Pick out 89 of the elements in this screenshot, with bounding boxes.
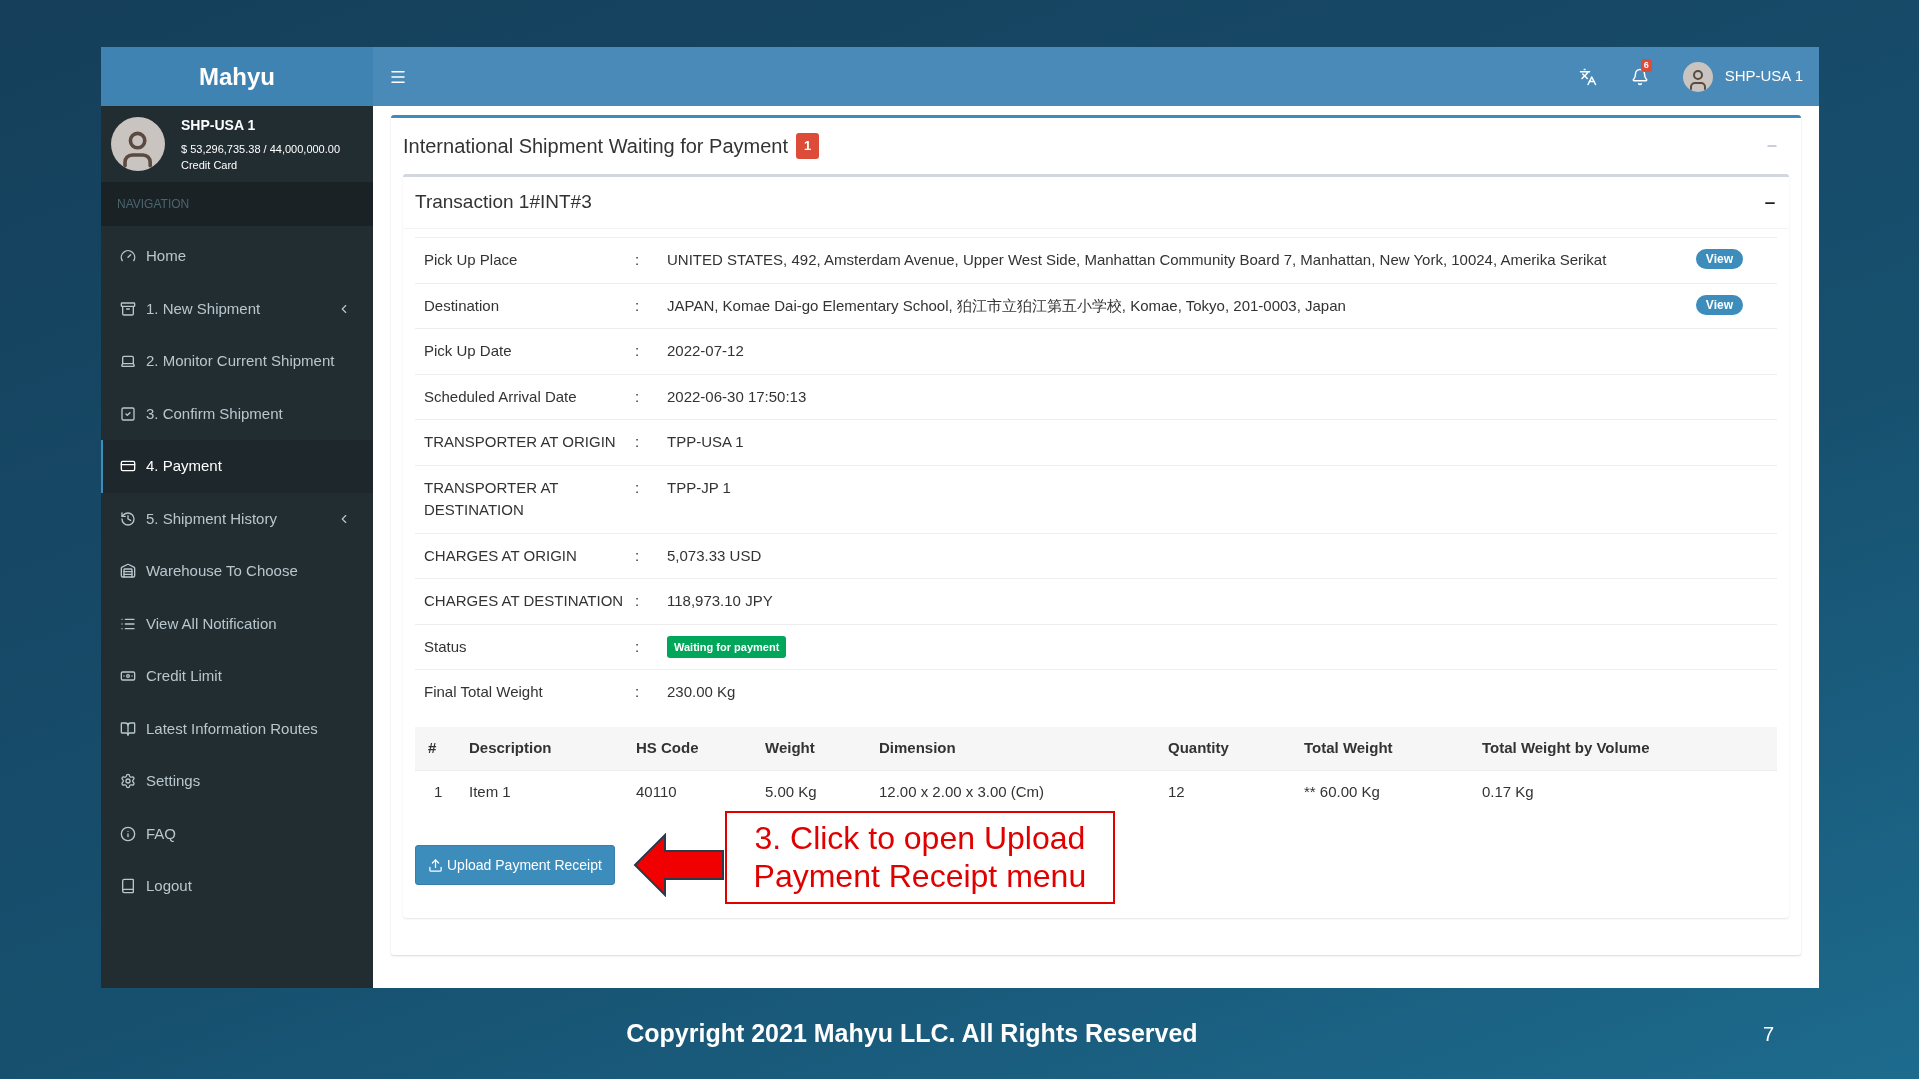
warehouse-icon bbox=[120, 563, 136, 580]
detail-label: TRANSPORTER AT DESTINATION bbox=[423, 477, 560, 520]
avatar bbox=[111, 117, 165, 171]
checkbox-icon bbox=[120, 405, 136, 422]
nav-item[interactable]: Logout bbox=[101, 860, 373, 913]
detail-separator: : bbox=[635, 386, 641, 407]
detail-label: CHARGES AT DESTINATION bbox=[423, 591, 625, 611]
detail-label: Pick Up Date bbox=[423, 341, 513, 361]
detail-value: UNITED STATES, 492, Amsterdam Avenue, Upper West Side, Manhattan Community Board 7, Manhattan, New York, 10024, Amerika Serikat bbox=[667, 250, 1607, 270]
nav-item[interactable]: Latest Information Routes bbox=[101, 702, 373, 755]
column-header: HS Code bbox=[636, 737, 700, 758]
settings-icon bbox=[120, 773, 136, 790]
laptop-icon bbox=[120, 353, 136, 370]
detail-separator: : bbox=[635, 477, 641, 498]
brand-logo[interactable]: Mahyu bbox=[199, 58, 275, 95]
detail-value: 230.00 Kg bbox=[667, 682, 736, 702]
column-header: # bbox=[428, 737, 438, 758]
nav-item[interactable]: Warehouse To Choose bbox=[101, 545, 373, 598]
status-badge: Waiting for payment bbox=[667, 635, 787, 658]
table-cell-text: ** 60.00 Kg bbox=[1304, 782, 1381, 803]
detail-value: TPP-JP 1 bbox=[667, 477, 731, 498]
view-button[interactable]: View bbox=[1695, 294, 1743, 315]
nav-item[interactable]: 5. Shipment History bbox=[101, 492, 373, 545]
nav-header: NAVIGATION bbox=[117, 196, 190, 213]
detail-separator: : bbox=[635, 341, 641, 361]
table-cell-text: 12.00 x 2.00 x 3.00 (Cm) bbox=[879, 782, 1046, 803]
detail-label: CHARGES AT ORIGIN bbox=[423, 545, 578, 566]
detail-separator: : bbox=[635, 295, 641, 316]
nav-item[interactable]: 4. Payment bbox=[101, 440, 373, 493]
detail-label: Status bbox=[423, 636, 468, 657]
book-icon bbox=[120, 878, 136, 895]
detail-separator: : bbox=[635, 636, 641, 657]
detail-value: JAPAN, Komae Dai-go Elementary School, 狛江市立狛江第五小学校, Komae, Tokyo, 201-0003, Japan bbox=[667, 295, 1346, 316]
callout-text: 3. Click to open Upload Payment Receipt menu bbox=[752, 819, 1088, 895]
balance: $ 53,296,735.38 / 44,000,000.00 bbox=[181, 141, 341, 157]
upload-button[interactable]: Upload Payment Receipt bbox=[415, 845, 615, 885]
book-icon bbox=[120, 720, 136, 737]
nav-item[interactable]: Credit Limit bbox=[101, 650, 373, 703]
table-cell-text: 5.00 Kg bbox=[765, 782, 818, 803]
column-header: Total Weight by Volume bbox=[1482, 737, 1651, 758]
nav-item[interactable]: 3. Confirm Shipment bbox=[101, 387, 373, 440]
column-header: Weight bbox=[765, 737, 816, 758]
table-cell-text: 0.17 Kg bbox=[1482, 782, 1535, 803]
detail-separator: : bbox=[635, 545, 641, 566]
detail-label: Final Total Weight bbox=[423, 682, 544, 702]
detail-value: 5,073.33 USD bbox=[667, 545, 762, 566]
detail-separator: : bbox=[635, 682, 641, 702]
column-header: Dimension bbox=[879, 737, 957, 758]
transaction-title: Transaction 1#INT#3 bbox=[415, 190, 593, 215]
nav-item[interactable]: View All Notification bbox=[101, 597, 373, 650]
detail-value: 2022-06-30 17:50:13 bbox=[667, 386, 807, 407]
nav-item[interactable]: Home bbox=[101, 230, 373, 283]
archive-box-icon bbox=[120, 300, 136, 317]
detail-label: Pick Up Place bbox=[423, 250, 519, 270]
user-menu[interactable]: SHP-USA 1 bbox=[1724, 65, 1803, 88]
page-number: 7 bbox=[1762, 1021, 1774, 1047]
table-cell-text: 1 bbox=[433, 782, 444, 803]
column-header: Quantity bbox=[1168, 737, 1230, 758]
detail-label: Scheduled Arrival Date bbox=[423, 386, 578, 407]
detail-value: TPP-USA 1 bbox=[667, 432, 744, 452]
detail-value: 118,973.10 JPY bbox=[667, 591, 773, 611]
info-icon bbox=[120, 825, 136, 842]
detail-value: 2022-07-12 bbox=[667, 341, 744, 361]
column-header: Description bbox=[469, 737, 553, 758]
user-name: SHP-USA 1 bbox=[181, 115, 257, 135]
table-cell-text: 12 bbox=[1168, 782, 1186, 803]
nav-item[interactable]: 1. New Shipment bbox=[101, 282, 373, 335]
table-cell-text: 40110 bbox=[636, 782, 678, 803]
detail-separator: : bbox=[635, 432, 641, 452]
nav-item[interactable]: 2. Monitor Current Shipment bbox=[101, 335, 373, 388]
user-avatar bbox=[1682, 61, 1713, 92]
translate-icon[interactable] bbox=[1578, 67, 1597, 86]
column-header: Total Weight bbox=[1304, 737, 1394, 758]
copyright: Copyright 2021 Mahyu LLC. All Rights Reserved bbox=[625, 1017, 1199, 1049]
detail-separator: : bbox=[635, 591, 641, 611]
notification-count: 6 bbox=[1640, 58, 1652, 72]
detail-label: TRANSPORTER AT ORIGIN bbox=[423, 432, 617, 452]
detail-separator: : bbox=[635, 250, 641, 270]
detail-label: Destination bbox=[423, 295, 501, 316]
nav-item[interactable]: FAQ bbox=[101, 807, 373, 860]
bell-icon[interactable] bbox=[1630, 67, 1649, 86]
payment-method: Credit Card bbox=[181, 158, 239, 173]
nav-item[interactable]: Settings bbox=[101, 755, 373, 808]
upload-icon bbox=[428, 857, 443, 873]
panel-title: International Shipment Waiting for Payment bbox=[403, 134, 788, 159]
count-badge: 1 bbox=[796, 133, 820, 159]
view-button[interactable]: View bbox=[1695, 249, 1743, 269]
history-icon bbox=[120, 510, 136, 527]
table-cell-text: Item 1 bbox=[469, 782, 512, 803]
